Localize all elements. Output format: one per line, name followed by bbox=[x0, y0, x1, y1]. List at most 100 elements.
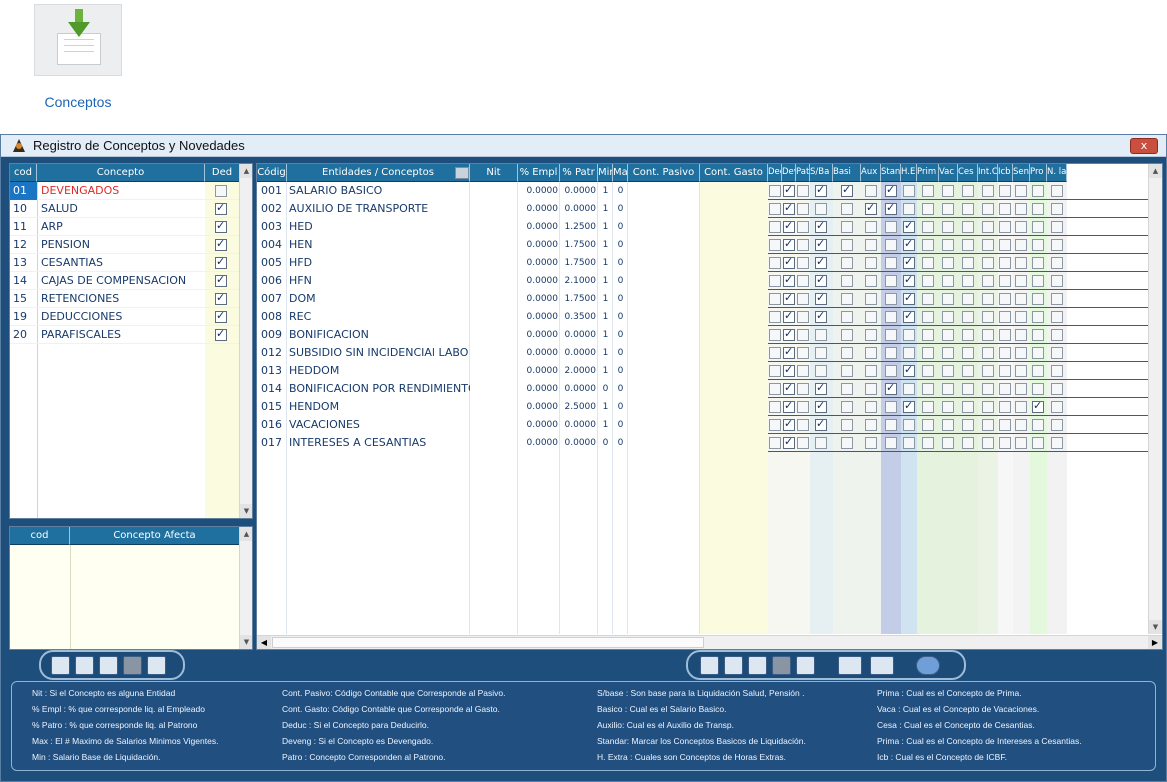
flag-checkbox[interactable] bbox=[783, 327, 795, 341]
flag-checkbox[interactable] bbox=[1051, 185, 1063, 197]
vertical-scrollbar[interactable]: ▲ ▼ bbox=[239, 164, 252, 518]
flag-checkbox[interactable] bbox=[982, 437, 994, 449]
flag-checkbox[interactable] bbox=[841, 365, 853, 377]
flag-checkbox[interactable] bbox=[903, 219, 915, 233]
flag-checkbox[interactable] bbox=[999, 401, 1011, 413]
flag-checkbox[interactable] bbox=[962, 275, 974, 287]
flag-checkbox[interactable] bbox=[1015, 347, 1027, 359]
header-column[interactable]: Int.C bbox=[978, 164, 998, 182]
concept-row[interactable]: 014 BONIFICACION POR RENDIMIENTO 0.0000 0.0… bbox=[257, 380, 1148, 398]
header-column[interactable]: N. lab bbox=[1047, 164, 1067, 182]
flag-checkbox[interactable] bbox=[903, 185, 915, 197]
header-ded[interactable]: Ded bbox=[205, 164, 239, 182]
header-column[interactable]: Sen bbox=[1013, 164, 1030, 182]
header-column[interactable]: Max bbox=[613, 164, 628, 182]
concept-row[interactable]: 005 HFD 0.0000 1.7500 1 0 bbox=[257, 254, 1148, 272]
flag-checkbox[interactable] bbox=[942, 365, 954, 377]
flag-checkbox[interactable] bbox=[982, 203, 994, 215]
flag-checkbox[interactable] bbox=[999, 329, 1011, 341]
flag-checkbox[interactable] bbox=[922, 185, 934, 197]
flag-checkbox[interactable] bbox=[903, 363, 915, 377]
flag-checkbox[interactable] bbox=[885, 183, 897, 197]
flag-checkbox[interactable] bbox=[797, 239, 809, 251]
flag-checkbox[interactable] bbox=[1015, 203, 1027, 215]
flag-checkbox[interactable] bbox=[783, 309, 795, 323]
flag-checkbox[interactable] bbox=[942, 275, 954, 287]
flag-checkbox[interactable] bbox=[797, 437, 809, 449]
concept-row[interactable]: 009 BONIFICACION 0.0000 0.0000 1 0 bbox=[257, 326, 1148, 344]
flag-checkbox[interactable] bbox=[982, 257, 994, 269]
flag-checkbox[interactable] bbox=[769, 419, 781, 431]
flag-checkbox[interactable] bbox=[1032, 257, 1044, 269]
flag-checkbox[interactable] bbox=[1032, 399, 1044, 413]
ded-checkbox[interactable] bbox=[215, 237, 227, 251]
flag-checkbox[interactable] bbox=[1032, 221, 1044, 233]
find-icon[interactable] bbox=[838, 656, 862, 675]
flag-checkbox[interactable] bbox=[885, 401, 897, 413]
flag-checkbox[interactable] bbox=[982, 311, 994, 323]
flag-checkbox[interactable] bbox=[885, 221, 897, 233]
concept-row[interactable]: 015 HENDOM 0.0000 2.5000 1 0 bbox=[257, 398, 1148, 416]
flag-checkbox[interactable] bbox=[783, 399, 795, 413]
concept-row[interactable]: 016 VACACIONES 0.0000 0.0000 1 0 bbox=[257, 416, 1148, 434]
flag-checkbox[interactable] bbox=[922, 239, 934, 251]
flag-checkbox[interactable] bbox=[1015, 329, 1027, 341]
flag-checkbox[interactable] bbox=[841, 329, 853, 341]
flag-checkbox[interactable] bbox=[885, 257, 897, 269]
concept-group-row[interactable]: 20 PARAFISCALES bbox=[10, 326, 239, 344]
scroll-down-icon[interactable]: ▼ bbox=[1149, 620, 1162, 634]
flag-checkbox[interactable] bbox=[1015, 221, 1027, 233]
concept-row[interactable]: 006 HFN 0.0000 2.1000 1 0 bbox=[257, 272, 1148, 290]
concept-row[interactable]: 004 HEN 0.0000 1.7500 1 0 bbox=[257, 236, 1148, 254]
flag-checkbox[interactable] bbox=[769, 257, 781, 269]
flag-checkbox[interactable] bbox=[1051, 437, 1063, 449]
edit-button[interactable] bbox=[748, 656, 767, 675]
flag-checkbox[interactable] bbox=[999, 365, 1011, 377]
flag-checkbox[interactable] bbox=[982, 221, 994, 233]
flag-checkbox[interactable] bbox=[982, 383, 994, 395]
flag-checkbox[interactable] bbox=[1032, 311, 1044, 323]
flag-checkbox[interactable] bbox=[903, 273, 915, 287]
header-column[interactable]: Prim bbox=[917, 164, 939, 182]
flag-checkbox[interactable] bbox=[797, 383, 809, 395]
header-column[interactable]: S/Ba bbox=[810, 164, 833, 182]
flag-checkbox[interactable] bbox=[815, 219, 827, 233]
flag-checkbox[interactable] bbox=[999, 383, 1011, 395]
flag-checkbox[interactable] bbox=[1032, 293, 1044, 305]
scroll-up-icon[interactable]: ▲ bbox=[240, 164, 252, 178]
flag-checkbox[interactable] bbox=[922, 419, 934, 431]
flag-checkbox[interactable] bbox=[815, 329, 827, 341]
header-column[interactable]: Códig bbox=[257, 164, 287, 182]
flag-checkbox[interactable] bbox=[982, 419, 994, 431]
flag-checkbox[interactable] bbox=[865, 347, 877, 359]
concept-group-row[interactable]: 12 PENSION bbox=[10, 236, 239, 254]
header-column[interactable]: Cont. Gasto bbox=[700, 164, 768, 182]
flag-checkbox[interactable] bbox=[885, 293, 897, 305]
flag-checkbox[interactable] bbox=[922, 221, 934, 233]
ded-checkbox[interactable] bbox=[215, 327, 227, 341]
flag-checkbox[interactable] bbox=[769, 347, 781, 359]
flag-checkbox[interactable] bbox=[797, 347, 809, 359]
edit-button[interactable] bbox=[99, 656, 118, 675]
flag-checkbox[interactable] bbox=[885, 311, 897, 323]
flag-checkbox[interactable] bbox=[865, 221, 877, 233]
flag-checkbox[interactable] bbox=[962, 383, 974, 395]
flag-checkbox[interactable] bbox=[815, 237, 827, 251]
flag-checkbox[interactable] bbox=[815, 273, 827, 287]
scroll-thumb[interactable] bbox=[272, 637, 704, 648]
concept-group-row[interactable]: 11 ARP bbox=[10, 218, 239, 236]
flag-checkbox[interactable] bbox=[841, 419, 853, 431]
flag-checkbox[interactable] bbox=[1015, 311, 1027, 323]
flag-checkbox[interactable] bbox=[922, 365, 934, 377]
flag-checkbox[interactable] bbox=[942, 257, 954, 269]
flag-checkbox[interactable] bbox=[841, 293, 853, 305]
flag-checkbox[interactable] bbox=[865, 329, 877, 341]
flag-checkbox[interactable] bbox=[885, 201, 897, 215]
flag-checkbox[interactable] bbox=[815, 309, 827, 323]
flag-checkbox[interactable] bbox=[797, 311, 809, 323]
flag-checkbox[interactable] bbox=[769, 239, 781, 251]
flag-checkbox[interactable] bbox=[942, 239, 954, 251]
flag-checkbox[interactable] bbox=[769, 365, 781, 377]
flag-checkbox[interactable] bbox=[783, 255, 795, 269]
main-vertical-scrollbar[interactable]: ▲ ▼ bbox=[1148, 164, 1162, 634]
